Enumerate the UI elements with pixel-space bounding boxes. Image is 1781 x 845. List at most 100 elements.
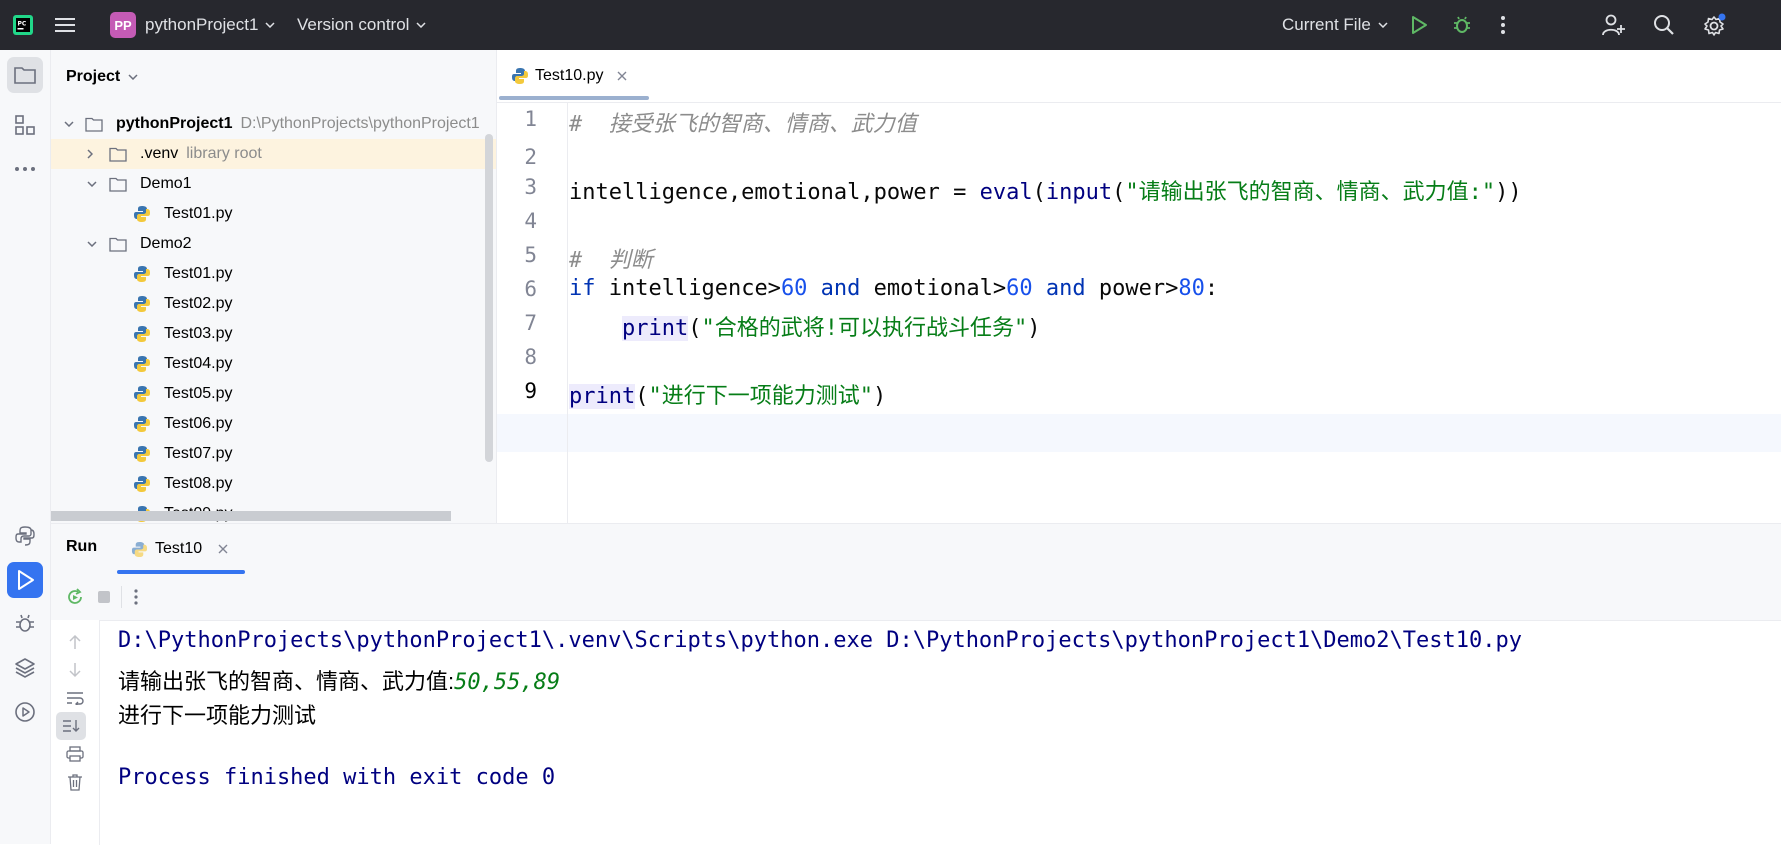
more-icon[interactable] xyxy=(131,587,141,607)
search-icon[interactable] xyxy=(1653,0,1675,50)
tree-item-file[interactable]: Test01.py xyxy=(51,259,496,289)
tree-item-project-root[interactable]: pythonProject1 D:\PythonProjects\pythonPr… xyxy=(51,109,496,139)
code-text: ( xyxy=(635,384,649,409)
svg-text:PC: PC xyxy=(18,21,27,28)
console-line-output: 进行下一项能力测试 xyxy=(118,703,317,728)
run-tab[interactable]: Test10 xyxy=(131,524,228,574)
folder-icon xyxy=(109,237,127,252)
run-panel-title: Run xyxy=(66,538,98,555)
close-icon[interactable] xyxy=(218,544,228,554)
toolbar-divider xyxy=(121,586,122,608)
trash-icon[interactable] xyxy=(65,772,85,792)
chevron-right-icon[interactable] xyxy=(87,149,93,159)
tree-item-file[interactable]: Test08.py xyxy=(51,469,496,499)
code-text: : xyxy=(1204,276,1219,301)
soft-wrap-icon[interactable] xyxy=(65,688,85,708)
code-line-1: # 接受张飞的智商、情商、武力值 xyxy=(569,106,917,138)
python-file-icon xyxy=(133,295,151,313)
stop-icon[interactable] xyxy=(96,589,112,605)
python-console-icon[interactable] xyxy=(7,518,43,554)
editor-tab-bar: Test10.py xyxy=(497,50,1781,103)
rerun-icon[interactable] xyxy=(65,587,85,607)
tree-item-venv[interactable]: .venv library root xyxy=(51,139,496,169)
layers-icon[interactable] xyxy=(7,650,43,686)
run-panel: Run Test10 D:\PythonProjects\pythonProje… xyxy=(51,523,1781,845)
code-builtin: input xyxy=(1045,180,1113,205)
project-badge: PP xyxy=(110,12,136,38)
tree-item-file[interactable]: Test07.py xyxy=(51,439,496,469)
code-text: ( xyxy=(688,316,702,341)
line-number-current: 9 xyxy=(524,379,537,403)
scroll-to-end-icon[interactable] xyxy=(56,712,86,740)
code-string: "进行下一项能力测试" xyxy=(648,384,873,409)
pycharm-logo-icon[interactable]: PC xyxy=(12,0,34,50)
code-text: emotional> xyxy=(860,276,1007,301)
hamburger-menu-icon[interactable] xyxy=(55,0,75,50)
more-icon[interactable] xyxy=(1500,0,1506,50)
arrow-down-icon[interactable] xyxy=(65,660,85,680)
code-text: ( xyxy=(1112,180,1126,205)
version-control-menu[interactable]: Version control xyxy=(297,0,426,50)
tree-item-file[interactable]: Test01.py xyxy=(51,199,496,229)
line-number: 1 xyxy=(524,107,537,131)
run-panel-header: Run Test10 xyxy=(51,524,1781,574)
run-side-toolbar xyxy=(51,620,100,845)
run-tool-icon[interactable] xyxy=(7,562,43,598)
line-number: 8 xyxy=(524,345,537,369)
code-line-3: intelligence,emotional,power = eval(inpu… xyxy=(569,174,1522,206)
services-icon[interactable] xyxy=(7,694,43,730)
code-keyword: if xyxy=(569,276,596,301)
chevron-down-icon[interactable] xyxy=(87,241,97,247)
folder-icon xyxy=(109,177,127,192)
python-file-icon xyxy=(133,265,151,283)
code-text: ) xyxy=(872,384,887,409)
run-config-label: Current File xyxy=(1282,15,1371,34)
editor-tab[interactable]: Test10.py xyxy=(511,50,627,102)
debug-tool-icon[interactable] xyxy=(7,606,43,642)
tree-item-file[interactable]: Test06.py xyxy=(51,409,496,439)
python-file-icon xyxy=(133,415,151,433)
editor-tab-label: Test10.py xyxy=(535,67,604,84)
more-tools-icon[interactable] xyxy=(7,151,43,187)
line-number: 3 xyxy=(524,175,537,199)
chevron-down-icon[interactable] xyxy=(64,121,74,127)
run-toolbar xyxy=(51,574,1781,621)
tree-item-file[interactable]: Test04.py xyxy=(51,349,496,379)
line-number: 4 xyxy=(524,209,537,233)
editor-pane: Test10.py 1 2 3 4 5 6 7 8 9 # 接受张飞的智商、情商… xyxy=(497,50,1781,523)
run-icon[interactable] xyxy=(1410,0,1428,50)
chevron-down-icon xyxy=(1378,22,1388,28)
vertical-scrollbar[interactable] xyxy=(485,134,493,462)
close-icon[interactable] xyxy=(617,71,627,81)
tree-item-file[interactable]: Test03.py xyxy=(51,319,496,349)
project-selector[interactable]: PP pythonProject1 xyxy=(110,0,275,50)
project-folder-icon[interactable] xyxy=(7,57,43,93)
run-config-selector[interactable]: Current File xyxy=(1282,0,1388,50)
debug-icon[interactable] xyxy=(1452,0,1472,50)
line-number: 6 xyxy=(524,277,537,301)
chevron-down-icon[interactable] xyxy=(87,181,97,187)
tree-item-label: Test01.py xyxy=(164,265,233,282)
title-bar: PC PP pythonProject1 Version control Cur… xyxy=(0,0,1781,50)
tree-item-file[interactable]: Test05.py xyxy=(51,379,496,409)
project-name: pythonProject1 xyxy=(145,15,259,34)
code-string: "合格的武将!可以执行战斗任务" xyxy=(701,316,1028,341)
tree-item-demo2[interactable]: Demo2 xyxy=(51,229,496,259)
chevron-down-icon xyxy=(416,22,426,28)
arrow-up-icon[interactable] xyxy=(65,632,85,652)
settings-icon[interactable] xyxy=(1702,0,1726,50)
tree-item-file[interactable]: Test02.py xyxy=(51,289,496,319)
horizontal-scrollbar[interactable] xyxy=(51,511,451,521)
code-text: intelligence,emotional,power = xyxy=(569,180,980,205)
add-user-icon[interactable] xyxy=(1602,0,1626,50)
print-icon[interactable] xyxy=(65,744,85,764)
python-file-icon xyxy=(133,355,151,373)
project-panel-header[interactable]: Project xyxy=(66,68,138,86)
code-builtin: print xyxy=(621,316,689,341)
structure-icon[interactable] xyxy=(7,107,43,143)
tree-item-demo1[interactable]: Demo1 xyxy=(51,169,496,199)
python-file-icon xyxy=(133,385,151,403)
code-keyword: and xyxy=(1032,276,1086,301)
tree-item-label: Test07.py xyxy=(164,445,233,462)
